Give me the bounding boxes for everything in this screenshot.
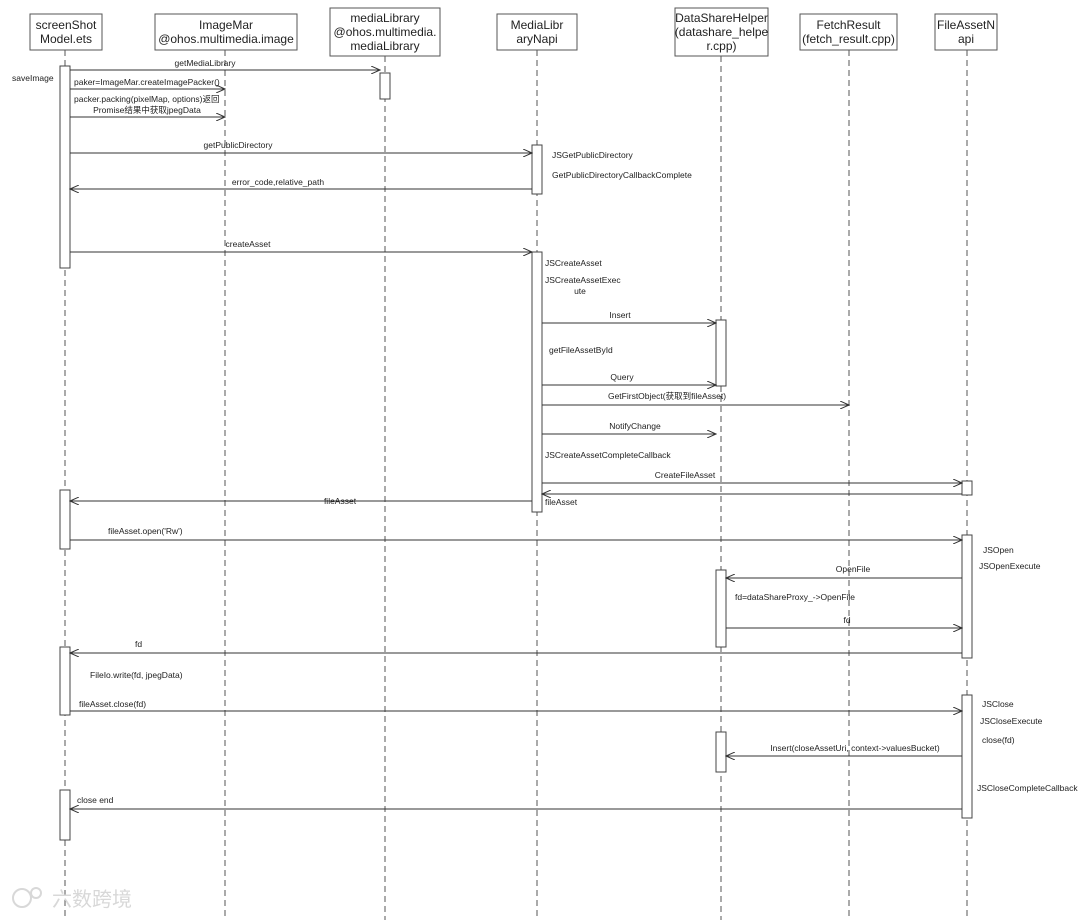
participant-label: mediaLibrary xyxy=(350,11,419,25)
activation-bar xyxy=(961,480,973,496)
message-label: Promise结果中获取jpegData xyxy=(93,105,201,115)
participant-p4: DataShareHelper(datashare_helper.cpp) xyxy=(674,7,769,57)
message: fileAsset.open('Rw') xyxy=(70,526,962,540)
message: paker=ImageMar.createImagePacker() xyxy=(70,77,225,89)
message-label: getMediaLibrary xyxy=(175,58,237,68)
message: fileAsset xyxy=(70,496,532,506)
message: fd xyxy=(726,615,962,628)
note-label: FileIo.write(fd, jpegData) xyxy=(90,670,183,680)
watermark-text: 六数跨境 xyxy=(52,888,132,911)
participant-label: mediaLibrary xyxy=(350,39,419,53)
activation-bar xyxy=(715,569,727,648)
message-label: Query xyxy=(610,372,634,382)
message-label: createAsset xyxy=(226,239,272,249)
message: getMediaLibrary xyxy=(70,58,380,70)
watermark: 六数跨境 xyxy=(12,887,132,911)
participant-label: (fetch_result.cpp) xyxy=(802,32,895,46)
note-label: getFileAssetById xyxy=(549,345,613,355)
note-label: JSOpenExecute xyxy=(979,561,1041,571)
message: Query xyxy=(542,372,716,385)
message: packer.packing(pixelMap, options)返回Promi… xyxy=(70,94,225,117)
note-label: JSCreateAssetCompleteCallback xyxy=(545,450,671,460)
message: OpenFile xyxy=(726,564,962,578)
participant-p3: MediaLibraryNapi xyxy=(496,13,578,51)
note-label: JSCloseCompleteCallback xyxy=(977,783,1078,793)
message-label: fd xyxy=(135,639,142,649)
message-label: fileAsset xyxy=(324,496,357,506)
participant-label: @ohos.multimedia.image xyxy=(158,32,294,46)
message: fd xyxy=(70,639,962,653)
message: fileAsset xyxy=(542,494,962,507)
message-label: fileAsset.open('Rw') xyxy=(108,526,183,536)
participant-p5: FetchResult(fetch_result.cpp) xyxy=(799,13,898,51)
participant-p1: ImageMar@ohos.multimedia.image xyxy=(154,13,298,51)
message-label: packer.packing(pixelMap, options)返回 xyxy=(74,94,220,104)
message-label: getPublicDirectory xyxy=(204,140,274,150)
message-label: error_code,relative_path xyxy=(232,177,324,187)
participant-p6: FileAssetNapi xyxy=(934,13,998,51)
message-label: close end xyxy=(77,795,114,805)
message-label: Insert(closeAssetUri, context->valuesBuc… xyxy=(770,743,940,753)
watermark-logo-dot-icon xyxy=(30,887,42,899)
activation-bar xyxy=(59,65,71,269)
participant-label: (datashare_helpe xyxy=(675,25,769,39)
message: fileAsset.close(fd) xyxy=(70,699,962,711)
message-label: fd xyxy=(843,615,850,625)
participant-label: FileAssetN xyxy=(937,18,995,32)
activation-bar xyxy=(715,319,727,387)
message-label: fileAsset xyxy=(545,497,578,507)
activation-bar xyxy=(531,144,543,195)
message-label: CreateFileAsset xyxy=(655,470,716,480)
note-label: GetPublicDirectoryCallbackComplete xyxy=(552,170,692,180)
activation-bar xyxy=(59,489,71,550)
participant-p2: mediaLibrary@ohos.multimedia.mediaLibrar… xyxy=(329,7,441,57)
note-label: JSOpen xyxy=(983,545,1014,555)
activation-bar xyxy=(961,694,973,819)
note-label: saveImage xyxy=(12,73,54,83)
message-label: NotifyChange xyxy=(609,421,661,431)
note-label: fd=dataShareProxy_->OpenFile xyxy=(735,592,855,602)
message: error_code,relative_path xyxy=(70,177,532,189)
activation-bar xyxy=(379,72,391,100)
message: Insert(closeAssetUri, context->valuesBuc… xyxy=(726,743,962,756)
participant-label: MediaLibr xyxy=(511,18,564,32)
activation-bar xyxy=(715,731,727,773)
participant-label: @ohos.multimedia. xyxy=(334,25,437,39)
message-label: fileAsset.close(fd) xyxy=(79,699,146,709)
participant-label: FetchResult xyxy=(816,18,881,32)
participant-label: Model.ets xyxy=(40,32,92,46)
participant-label: screenShot xyxy=(36,18,97,32)
message-label: GetFirstObject(获取到fileAsset) xyxy=(608,391,726,401)
note-label: JSCreateAssetExec xyxy=(545,275,621,285)
activation-bar xyxy=(59,789,71,841)
message: close end xyxy=(70,795,962,809)
participant-label: DataShareHelper xyxy=(675,11,768,25)
message: GetFirstObject(获取到fileAsset) xyxy=(542,391,849,405)
message: createAsset xyxy=(70,239,532,252)
message: Insert xyxy=(542,310,716,323)
message: NotifyChange xyxy=(542,421,716,434)
sequence-diagram: screenShotModel.etsImageMar@ohos.multime… xyxy=(12,7,1078,920)
participant-label: aryNapi xyxy=(516,32,557,46)
message-label: Insert xyxy=(609,310,631,320)
message-label: paker=ImageMar.createImagePacker() xyxy=(74,77,220,87)
participant-label: ImageMar xyxy=(199,18,253,32)
note-label: JSClose xyxy=(982,699,1014,709)
note-label: close(fd) xyxy=(982,735,1015,745)
watermark-logo-icon xyxy=(12,888,32,908)
participant-p0: screenShotModel.ets xyxy=(29,13,103,51)
message: CreateFileAsset xyxy=(542,470,962,483)
note-label: JSCreateAsset xyxy=(545,258,602,268)
activation-bar xyxy=(59,646,71,716)
note-label: JSCloseExecute xyxy=(980,716,1043,726)
participant-label: api xyxy=(958,32,974,46)
activation-bar xyxy=(961,534,973,659)
activation-bar xyxy=(531,251,543,513)
message: getPublicDirectory xyxy=(70,140,532,153)
message-label: OpenFile xyxy=(836,564,871,574)
note-label: ute xyxy=(574,286,586,296)
note-label: JSGetPublicDirectory xyxy=(552,150,634,160)
participant-label: r.cpp) xyxy=(706,39,736,53)
